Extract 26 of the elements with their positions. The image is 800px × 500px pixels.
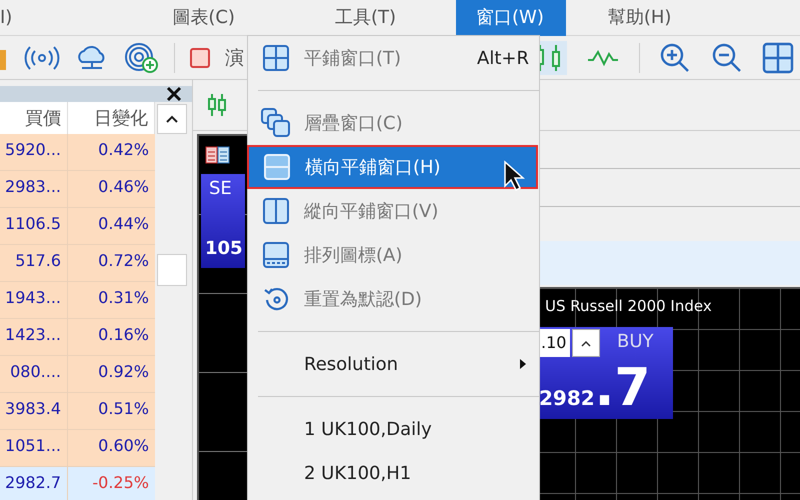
table-cell: 3983.4 (0, 393, 68, 429)
table-cell: 2982.7 (0, 467, 68, 500)
table-cell-text: 0.92% (97, 361, 150, 383)
table-cell-text: 0.72% (97, 250, 150, 272)
chart-title: US Russell 2000 Index (545, 297, 712, 315)
sell-price: 105 (205, 238, 243, 259)
table-cell: 5920... (0, 134, 68, 170)
table-cell: 1943... (0, 282, 68, 318)
table-cell-text: 0.42% (97, 139, 150, 161)
table-cell-text: -0.25% (91, 472, 150, 494)
buy-price: 2982.7 (539, 361, 651, 420)
table-cell: 1051... (0, 430, 68, 466)
table-cell-text: 0.16% (97, 324, 150, 346)
shortcut-label: Alt+R (477, 48, 529, 68)
table-cell: 517.6 (0, 245, 68, 281)
table-cell: 2983... (0, 171, 68, 207)
table-cell-text: 0.60% (97, 435, 150, 457)
table-cell-text: 0.51% (97, 398, 150, 420)
table-cell-text: 0.44% (97, 213, 150, 235)
table-cell: 080.... (0, 356, 68, 392)
table-cell: 1423... (0, 319, 68, 355)
sell-label: SE (209, 178, 232, 199)
table-cell: 1106.5 (0, 208, 68, 244)
table-cell-text: 0.46% (97, 176, 150, 198)
buy-label: BUY (617, 331, 654, 352)
table-cell-text: 0.31% (97, 287, 150, 309)
